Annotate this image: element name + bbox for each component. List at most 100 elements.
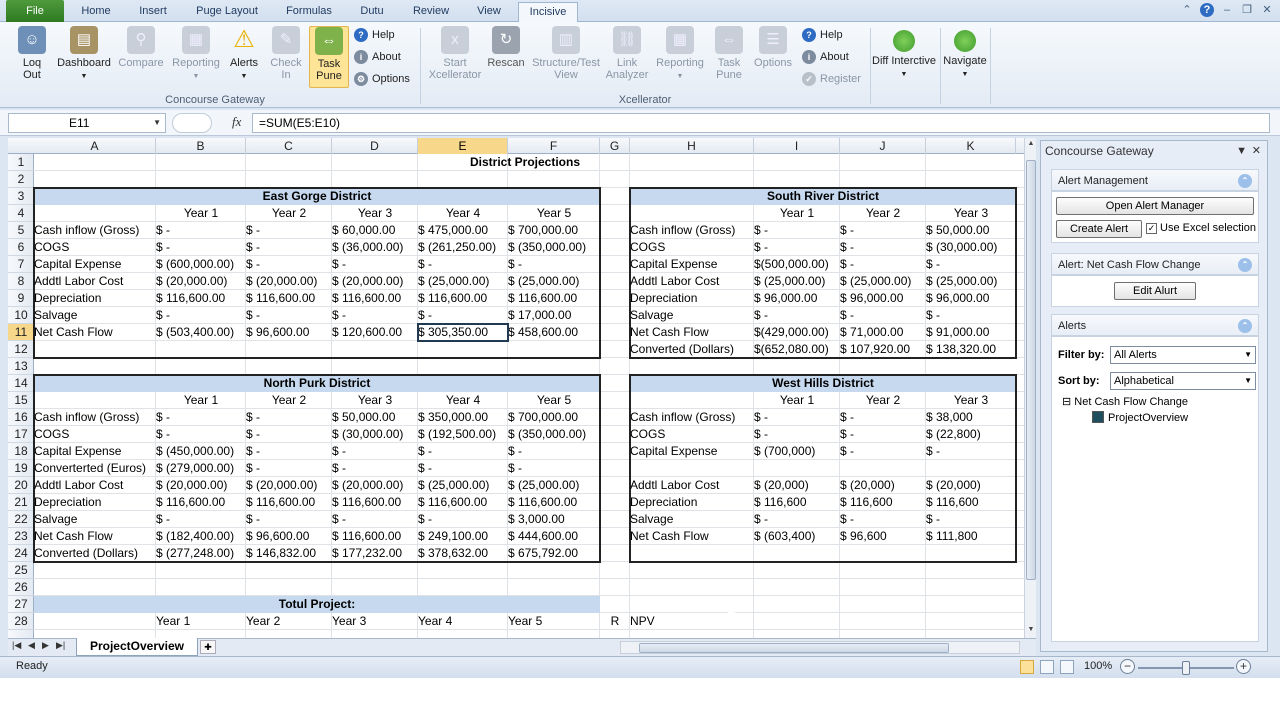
cell[interactable]: $(429,000.00) [754,324,840,341]
column-header[interactable]: A [34,138,156,154]
cell[interactable]: $ - [246,239,332,256]
cell[interactable]: Salvage [630,511,754,528]
minimize-icon[interactable]: – [1220,3,1234,17]
cell[interactable]: Addtl Labor Cost [630,477,754,494]
cell[interactable]: $ 38,000 [926,409,1016,426]
cell[interactable]: $ 96,000.00 [926,290,1016,307]
cell[interactable]: $ - [332,256,418,273]
cell[interactable]: $ - [754,239,840,256]
cell[interactable]: $ (22,800) [926,426,1016,443]
page-break-view-icon[interactable] [1060,660,1074,674]
cell[interactable]: Year 1 [754,392,840,409]
cell[interactable]: District Projections [34,154,1016,171]
restore-icon[interactable]: ❐ [1240,3,1254,17]
cell[interactable]: $ 700,000.00 [508,409,600,426]
cell[interactable]: $ 116,600.00 [156,290,246,307]
cell[interactable]: $ 17,000.00 [508,307,600,324]
cell[interactable]: $ 444,600.00 [508,528,600,545]
cell[interactable]: $ - [332,460,418,477]
cell[interactable]: $ 96,600.00 [246,528,332,545]
cell[interactable]: Capital Expense [630,443,754,460]
cell[interactable]: $ - [332,307,418,324]
cell[interactable]: $ 111,800 [926,528,1016,545]
cell[interactable]: $ 675,792.00 [508,545,600,562]
cell[interactable]: Addtl Labor Cost [34,477,156,494]
normal-view-icon[interactable] [1020,660,1034,674]
cell[interactable]: $ - [418,511,508,528]
cell[interactable]: Salvage [630,307,754,324]
about-button[interactable]: i About [354,48,401,66]
cell[interactable]: Cash inflow (Gross) [34,222,156,239]
tab-incisive[interactable]: Incisive [518,2,578,23]
cell[interactable]: Year 1 [156,392,246,409]
cell[interactable]: $ - [840,256,926,273]
tab-file[interactable]: File [6,0,64,22]
cell[interactable]: Year 2 [246,392,332,409]
cell[interactable]: Year 2 [840,392,926,409]
cell[interactable]: $ - [156,239,246,256]
cell[interactable]: East Gorge District [34,188,600,205]
zoom-slider-thumb[interactable] [1182,661,1190,675]
cell[interactable]: $ 116,600.00 [508,494,600,511]
cell[interactable]: $ (25,000.00) [508,273,600,290]
cell[interactable]: Capital Expense [34,256,156,273]
alerts-button[interactable]: ⚠ Alerts ▼ [226,26,262,88]
cell[interactable]: Depreciation [34,494,156,511]
cell[interactable]: $ (277,248.00) [156,545,246,562]
cell[interactable]: $ 60,000.00 [332,222,418,239]
column-header[interactable]: E [418,138,508,154]
zoom-in-icon[interactable]: + [1236,659,1251,674]
row-header[interactable]: 16 [8,409,34,426]
navigate-button[interactable]: Navigate ▼ [942,26,988,88]
cell[interactable]: Year 4 [418,613,508,630]
worksheet-grid[interactable]: ABCDEFGHIJK 1 2 3 4 5 6 7 8 9 10 11 12 13 14 15 16 17 18 1… [8,138,1036,638]
cell[interactable]: Net Cash Flow [34,324,156,341]
cell-area[interactable]: District Projections East Gorge District Y… [33,154,1024,638]
cell[interactable]: $ - [840,426,926,443]
row-header[interactable]: 11 [8,324,34,341]
cell[interactable]: $(652,080.00) [754,341,840,358]
cell[interactable]: $ (261,250.00) [418,239,508,256]
cell[interactable]: Net Cash Flow [630,324,754,341]
cell[interactable]: $ (350,000.00) [508,426,600,443]
row-header[interactable]: 14 [8,375,34,392]
cell[interactable]: $ - [156,409,246,426]
cell[interactable]: $ (36,000.00) [332,239,418,256]
cell[interactable] [630,460,754,477]
row-header[interactable]: 23 [8,528,34,545]
cell[interactable]: $ - [840,239,926,256]
cell[interactable]: $ 116,600.00 [332,290,418,307]
collapse-icon[interactable]: ⌃ [1238,258,1252,272]
close-icon[interactable]: ✕ [1252,141,1261,161]
cell[interactable]: $ 116,600.00 [246,494,332,511]
cell[interactable]: $ - [926,511,1016,528]
zoom-out-icon[interactable]: − [1120,659,1135,674]
cell[interactable]: $ - [246,222,332,239]
cell[interactable]: $ - [754,307,840,324]
cell[interactable]: $ (450,000.00) [156,443,246,460]
compare-button[interactable]: ⚲ Compare [116,26,166,88]
reporting2-button[interactable]: ▦ Reporting ▼ [652,26,708,88]
cell[interactable]: NPV [630,613,754,630]
cell[interactable]: $ 116,600.00 [418,290,508,307]
cell[interactable]: Addtl Labor Cost [630,273,754,290]
structure-test-view-button[interactable]: ▥ Structure/Test View [530,26,602,88]
cell[interactable]: Cash inflow (Gross) [630,409,754,426]
row-header[interactable]: 10 [8,307,34,324]
cell[interactable]: Cash inflow (Gross) [34,409,156,426]
row-header[interactable]: 7 [8,256,34,273]
column-header[interactable]: D [332,138,418,154]
cell[interactable]: $ (20,000.00) [332,273,418,290]
cell[interactable]: Salvage [34,511,156,528]
cell[interactable]: Converted (Dollars) [34,545,156,562]
row-header[interactable]: 20 [8,477,34,494]
use-excel-selection-checkbox[interactable]: ✓ Use Excel selection [1146,222,1256,234]
cell[interactable]: $ - [246,256,332,273]
column-header[interactable]: F [508,138,600,154]
cell[interactable]: $ - [246,307,332,324]
cell[interactable]: Year 3 [332,392,418,409]
row-header[interactable]: 28 [8,613,34,630]
prev-sheet-icon[interactable]: ◀ [28,640,35,651]
cell[interactable]: $ - [156,222,246,239]
cell[interactable]: $ 350,000.00 [418,409,508,426]
